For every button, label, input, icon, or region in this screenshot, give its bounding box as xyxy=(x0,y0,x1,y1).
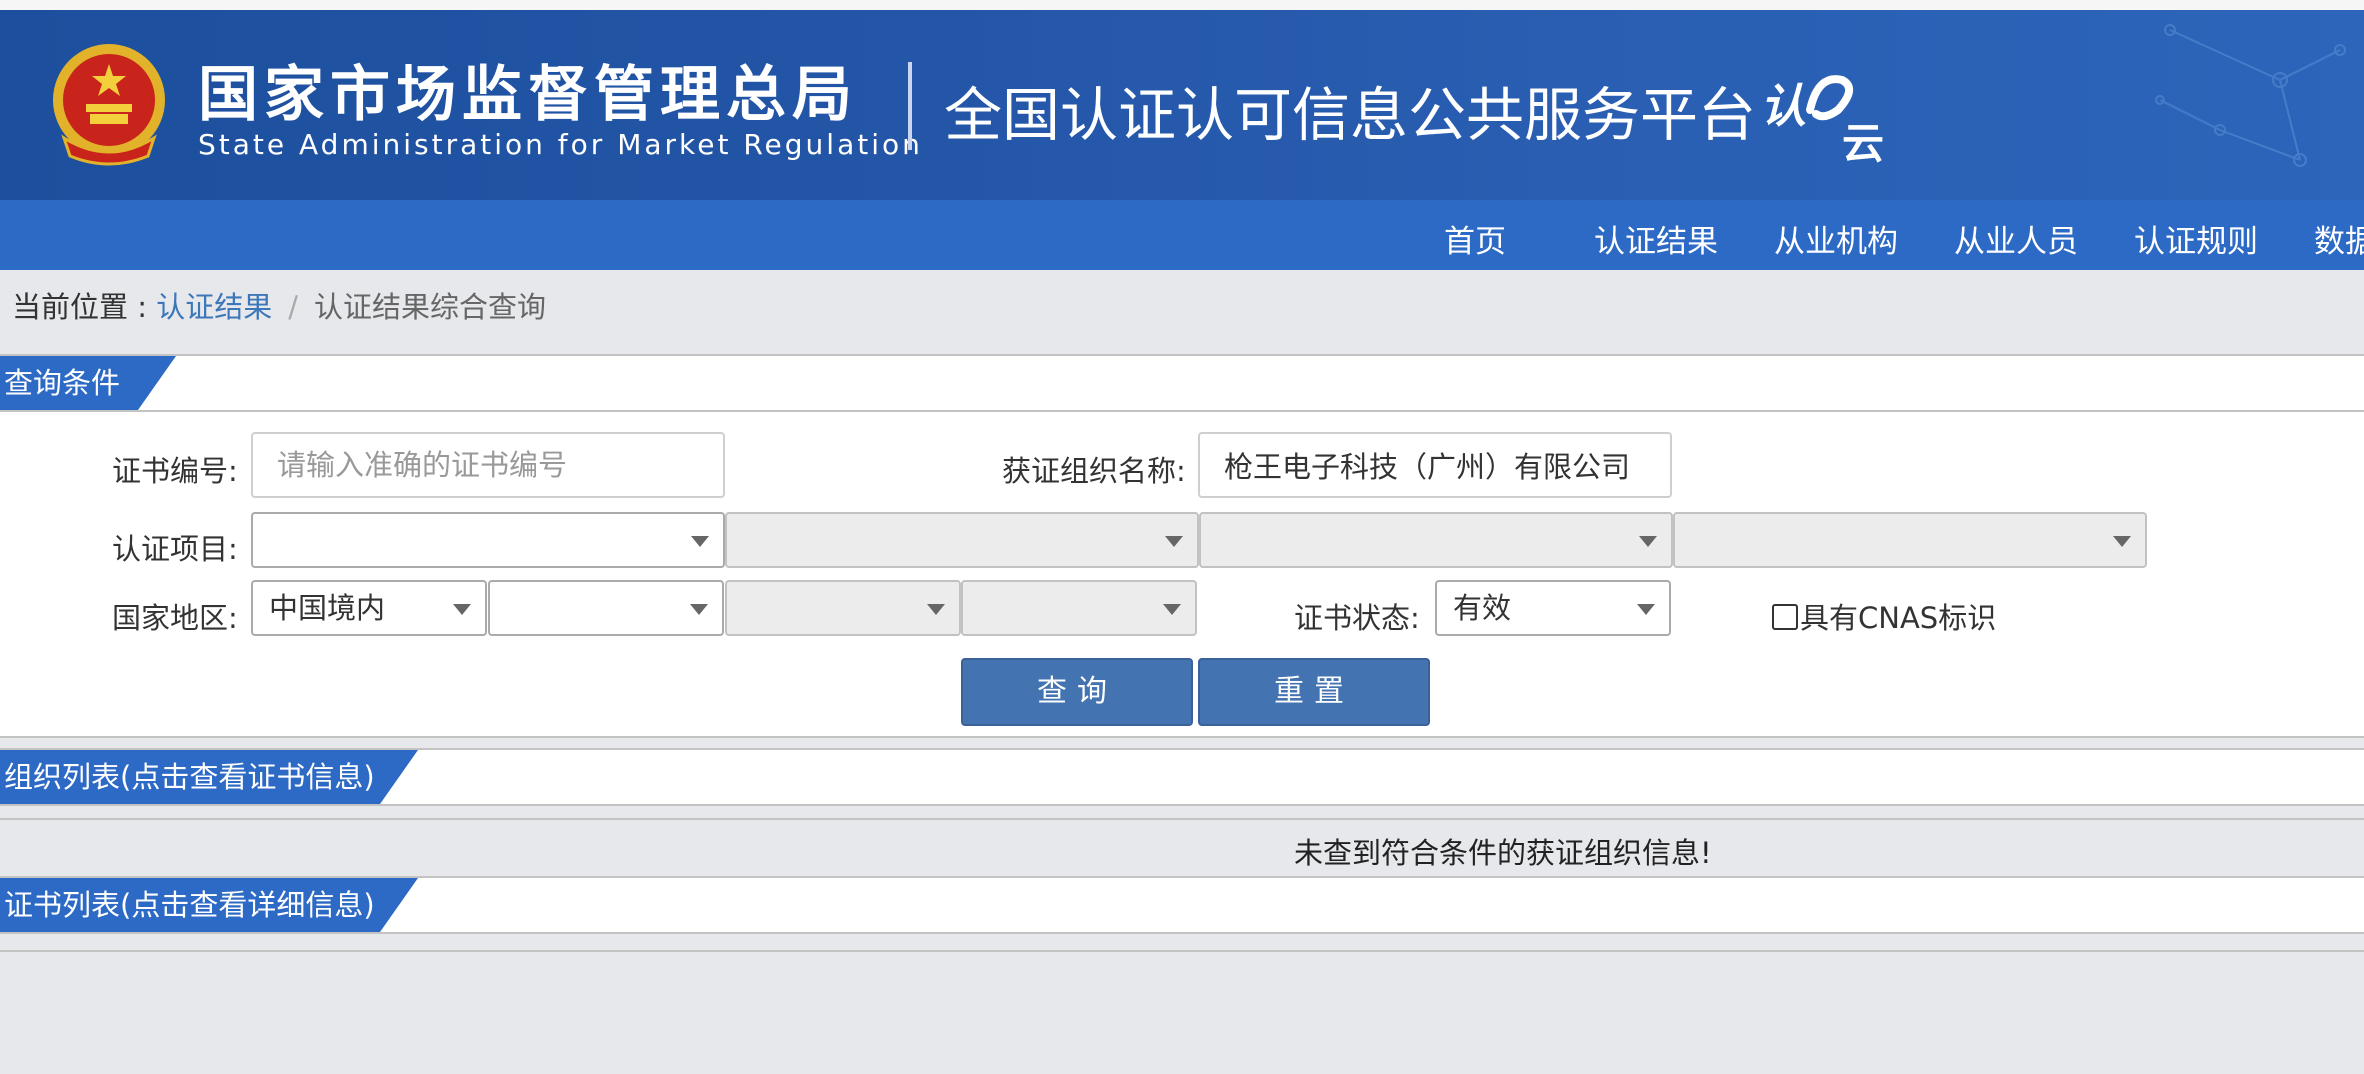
org-section-header: 组织列表(点击查看证书信息) xyxy=(0,748,2364,806)
chevron-down-icon xyxy=(690,604,708,615)
org-name-input[interactable] xyxy=(1198,432,1672,498)
region-select-district[interactable] xyxy=(961,580,1197,636)
project-label: 认证项目: xyxy=(112,532,238,566)
cnas-label: 具有CNAS标识 xyxy=(1800,601,1997,635)
region-select-value: 中国境内 xyxy=(269,591,386,625)
breadcrumb-current: 认证结果综合查询 xyxy=(314,290,547,324)
breadcrumb: 当前位置 : 认证结果 / 认证结果综合查询 xyxy=(12,284,546,326)
project-select-3[interactable] xyxy=(1199,512,1673,568)
org-name-label: 获证组织名称: xyxy=(1002,454,1186,488)
agency-name-en: State Administration for Market Regulati… xyxy=(198,128,923,161)
nav-cert-results[interactable]: 认证结果 xyxy=(1594,216,1718,261)
cert-section-title: 证书列表(点击查看详细信息) xyxy=(0,878,418,932)
cert-no-input[interactable] xyxy=(251,432,725,498)
national-emblem-icon xyxy=(53,44,165,166)
header-divider xyxy=(908,62,912,150)
header-network-decoration xyxy=(2155,24,2346,167)
chevron-down-icon xyxy=(453,604,471,615)
query-form: 证书编号: 获证组织名称: 认证项目: 国家地区: 中国境内 证书状态: 有效 … xyxy=(0,412,2364,738)
region-select-city[interactable] xyxy=(725,580,961,636)
main-nav: 首页 认证结果 从业机构 从业人员 认证规则 数据 xyxy=(0,200,2364,270)
svg-text:云: 云 xyxy=(1842,119,1884,166)
chevron-down-icon xyxy=(2113,536,2131,547)
cert-section-header: 证书列表(点击查看详细信息) xyxy=(0,876,2364,934)
status-select-value: 有效 xyxy=(1453,591,1512,625)
chevron-down-icon xyxy=(927,604,945,615)
status-label: 证书状态: xyxy=(1294,601,1420,635)
status-select[interactable]: 有效 xyxy=(1435,580,1671,636)
reset-button[interactable]: 重置 xyxy=(1198,658,1430,726)
project-select-1[interactable] xyxy=(251,512,725,568)
org-empty-message: 未查到符合条件的获证组织信息! xyxy=(1294,836,1712,870)
chevron-down-icon xyxy=(1637,604,1655,615)
org-section-title: 组织列表(点击查看证书信息) xyxy=(0,750,418,804)
region-select-province[interactable] xyxy=(488,580,724,636)
region-select-country[interactable]: 中国境内 xyxy=(251,580,487,636)
top-strip xyxy=(0,0,2364,10)
chevron-down-icon xyxy=(691,536,709,547)
cnas-option: 具有CNAS标识 xyxy=(1772,595,1996,637)
breadcrumb-link[interactable]: 认证结果 xyxy=(156,290,272,324)
site-header: 国家市场监督管理总局 State Administration for Mark… xyxy=(0,10,2364,200)
query-section-header: 查询条件 xyxy=(0,354,2364,412)
breadcrumb-prefix: 当前位置 : xyxy=(12,290,157,324)
cert-section-bottom-rule xyxy=(0,950,2364,952)
nav-personnel[interactable]: 从业人员 xyxy=(1954,216,2078,261)
nav-institutions[interactable]: 从业机构 xyxy=(1774,216,1898,261)
chevron-down-icon xyxy=(1165,536,1183,547)
platform-title: 全国认证认可信息公共服务平台 xyxy=(944,81,1757,149)
cert-no-label: 证书编号: xyxy=(112,454,238,488)
query-section-title: 查询条件 xyxy=(0,356,176,410)
region-label: 国家地区: xyxy=(112,601,238,635)
nav-cert-rules[interactable]: 认证规则 xyxy=(2134,216,2258,261)
nav-data[interactable]: 数据 xyxy=(2314,216,2364,261)
breadcrumb-separator: / xyxy=(288,290,299,324)
nav-home[interactable]: 首页 xyxy=(1444,216,1506,261)
org-empty-row: 未查到符合条件的获证组织信息! xyxy=(0,818,2364,874)
cnas-checkbox[interactable] xyxy=(1772,604,1798,630)
project-select-2[interactable] xyxy=(725,512,1199,568)
search-button[interactable]: 查询 xyxy=(961,658,1193,726)
renyun-logo-icon: 认 云 xyxy=(1760,75,1884,166)
chevron-down-icon xyxy=(1163,604,1181,615)
chevron-down-icon xyxy=(1639,536,1657,547)
agency-name-cn: 国家市场监督管理总局 xyxy=(198,60,858,130)
svg-text:认: 认 xyxy=(1760,79,1806,133)
project-select-4[interactable] xyxy=(1673,512,2147,568)
